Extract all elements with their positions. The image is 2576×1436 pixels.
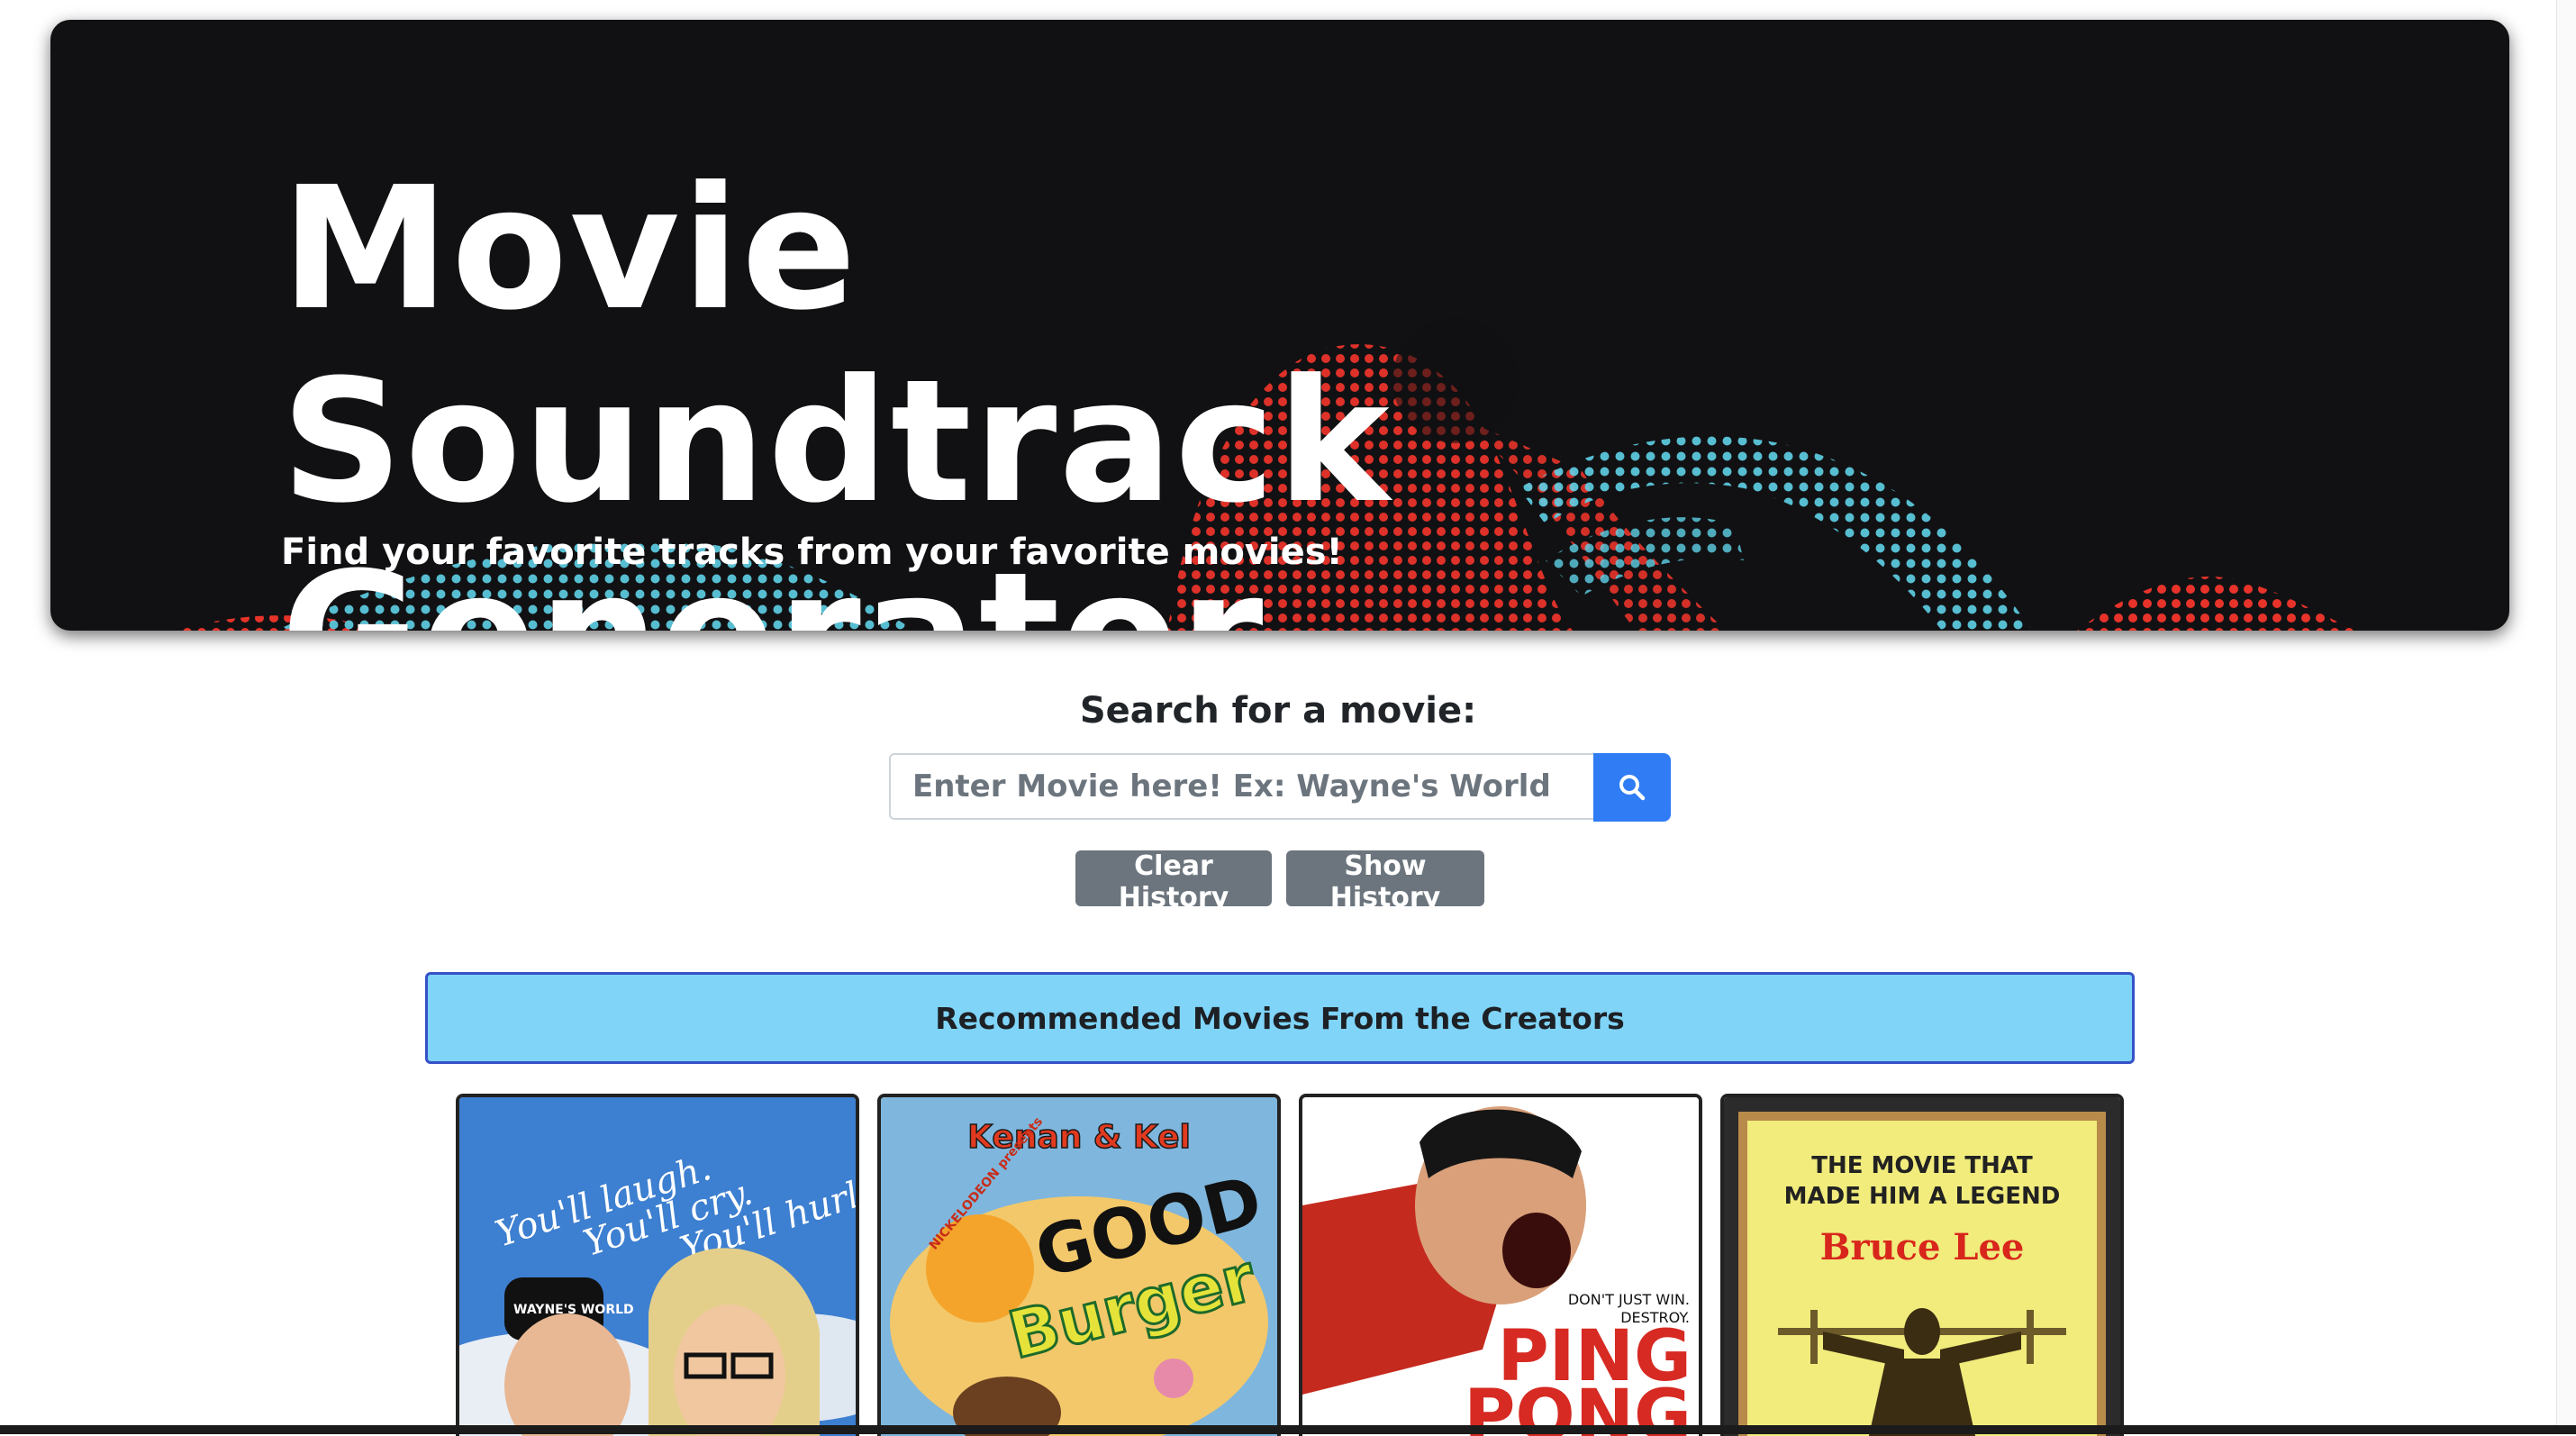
movie-card-bruce-lee[interactable]: THE MOVIE THAT MADE HIM A LEGEND Bruce L… (1720, 1094, 2124, 1436)
movie-poster-image: THE MOVIE THAT MADE HIM A LEGEND Bruce L… (1724, 1097, 2120, 1436)
poster-text: DON'T JUST WIN. (1568, 1291, 1690, 1308)
poster-text: MADE HIM A LEGEND (1784, 1183, 2061, 1210)
recommended-heading: Recommended Movies From the Creators (425, 972, 2135, 1064)
movie-poster-image: DON'T JUST WIN. DESTROY. PING PONG (1302, 1097, 1699, 1436)
search-icon (1619, 775, 1646, 801)
search-button[interactable] (1593, 753, 1671, 822)
search-label: Search for a movie: (1079, 690, 1477, 732)
hero-subtitle: Find your favorite tracks from your favo… (281, 532, 1343, 573)
hero-banner: Movie Soundtrack Generator Find your fav… (50, 20, 2509, 631)
movie-search-input[interactable] (889, 753, 1595, 820)
movie-card-good-burger[interactable]: Kenan & Kel NICKELODEON presents GOOD Bu… (877, 1094, 1281, 1436)
clear-history-button[interactable]: Clear History (1075, 850, 1272, 913)
page-scrollbar[interactable] (2556, 0, 2576, 1434)
movie-poster-image: Kenan & Kel NICKELODEON presents GOOD Bu… (881, 1097, 1277, 1436)
show-history-button[interactable]: Show History (1286, 850, 1484, 913)
hero-title-line-1: Movie Soundtrack (281, 150, 1392, 541)
movie-card-waynes-world[interactable]: You'll laugh. You'll cry. You'll hurl! W… (456, 1094, 859, 1436)
search-group (889, 753, 1671, 822)
movie-card-ping-pong[interactable]: DON'T JUST WIN. DESTROY. PING PONG (1299, 1094, 1702, 1436)
poster-text: Kenan & Kel (967, 1119, 1191, 1156)
bottom-edge (0, 1425, 2576, 1434)
poster-text: Bruce Lee (1820, 1226, 2025, 1268)
movie-poster-image: You'll laugh. You'll cry. You'll hurl! W… (459, 1097, 856, 1436)
poster-text: THE MOVIE THAT (1811, 1152, 2033, 1179)
